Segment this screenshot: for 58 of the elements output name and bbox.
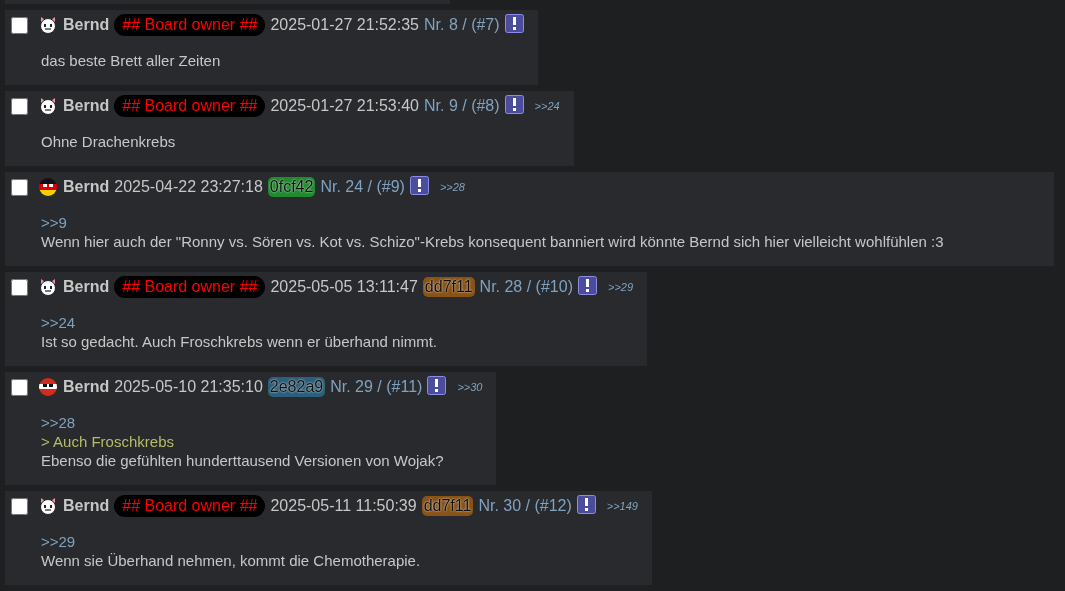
poster-name: Bernd — [63, 277, 110, 297]
post-checkbox[interactable] — [11, 497, 28, 515]
post-date: 2025-01-27 21:53:40 — [270, 96, 419, 116]
quote-link[interactable]: >>29 — [41, 532, 76, 551]
poster-name: Bernd — [63, 496, 110, 516]
post-date: 2025-05-10 21:35:10 — [114, 377, 263, 397]
post-text: Wenn hier auch der "Ronny vs. Sören vs. Kot vs. Schizo"-Krebs konsequent banniert wird könnte Bernd sich hier vielleicht wohlfühlen :3 — [41, 232, 944, 251]
post-checkbox[interactable] — [11, 178, 28, 196]
post-checkbox[interactable] — [11, 16, 28, 34]
backlink[interactable]: >>149 — [606, 496, 638, 516]
post-date: 2025-05-05 13:11:47 — [270, 277, 418, 297]
post-number-link[interactable]: Nr. 8 / (#7) — [424, 15, 500, 35]
backlink[interactable]: >>28 — [439, 177, 465, 197]
report-icon[interactable] — [409, 175, 429, 195]
greentext-line: > Auch Froschkrebs — [41, 432, 174, 451]
post-number-link[interactable]: Nr. 24 / (#9) — [320, 177, 405, 197]
capcode-badge: ## Board owner ## — [114, 95, 266, 117]
cat-face-icon — [38, 496, 58, 516]
capcode-badge: ## Board owner ## — [114, 495, 266, 517]
capcode-badge: ## Board owner ## — [114, 14, 266, 36]
cat-face-icon — [38, 277, 58, 297]
backlink[interactable]: >>30 — [457, 377, 483, 397]
post-text: Ohne Drachenkrebs — [41, 132, 176, 151]
post-number-link[interactable]: Nr. 30 / (#12) — [478, 496, 572, 516]
backlink[interactable]: >>24 — [534, 96, 560, 116]
quote-link[interactable]: >>28 — [41, 413, 76, 432]
post-checkbox[interactable] — [11, 378, 28, 396]
poster-id-tag[interactable]: dd7f11 — [421, 496, 474, 516]
post-date: 2025-04-22 23:27:18 — [114, 177, 263, 197]
post-text: das beste Brett aller Zeiten — [41, 51, 221, 70]
post-number-link[interactable]: Nr. 9 / (#8) — [424, 96, 500, 116]
post-number-link[interactable]: Nr. 29 / (#11) — [330, 377, 423, 397]
report-icon[interactable] — [427, 375, 447, 395]
poster-name: Bernd — [63, 377, 110, 397]
poster-id-tag[interactable]: 0fcf42 — [267, 177, 316, 197]
post-checkbox[interactable] — [11, 97, 28, 115]
report-icon[interactable] — [576, 494, 596, 514]
flag-ball-icon — [38, 177, 58, 197]
post-number-link[interactable]: Nr. 28 / (#10) — [479, 277, 573, 297]
post-text: Ist so gedacht. Auch Froschkrebs wenn er überhand nimmt. — [41, 332, 438, 351]
quote-link[interactable]: >>24 — [41, 313, 76, 332]
capcode-badge: ## Board owner ## — [114, 276, 266, 298]
report-icon[interactable] — [504, 94, 524, 114]
report-icon[interactable] — [577, 275, 597, 295]
poster-name: Bernd — [63, 96, 110, 116]
post-text: Ebenso die gefühlten hunderttausend Versionen von Wojak? — [41, 451, 444, 470]
backlink[interactable]: >>29 — [607, 277, 634, 297]
poster-name: Bernd — [63, 177, 110, 197]
post-date: 2025-01-27 21:52:35 — [270, 15, 419, 35]
quote-link[interactable]: >>9 — [41, 213, 67, 232]
poster-id-tag[interactable]: dd7f11 — [422, 277, 475, 297]
cat-face-icon — [38, 15, 58, 35]
post-text: Wenn sie Überhand nehmen, kommt die Chemotherapie. — [41, 551, 421, 570]
cat-face-icon — [38, 96, 58, 116]
poster-name: Bernd — [63, 15, 110, 35]
post-date: 2025-05-11 11:50:39 — [270, 496, 417, 516]
post-checkbox[interactable] — [11, 278, 28, 296]
report-icon[interactable] — [504, 13, 524, 33]
